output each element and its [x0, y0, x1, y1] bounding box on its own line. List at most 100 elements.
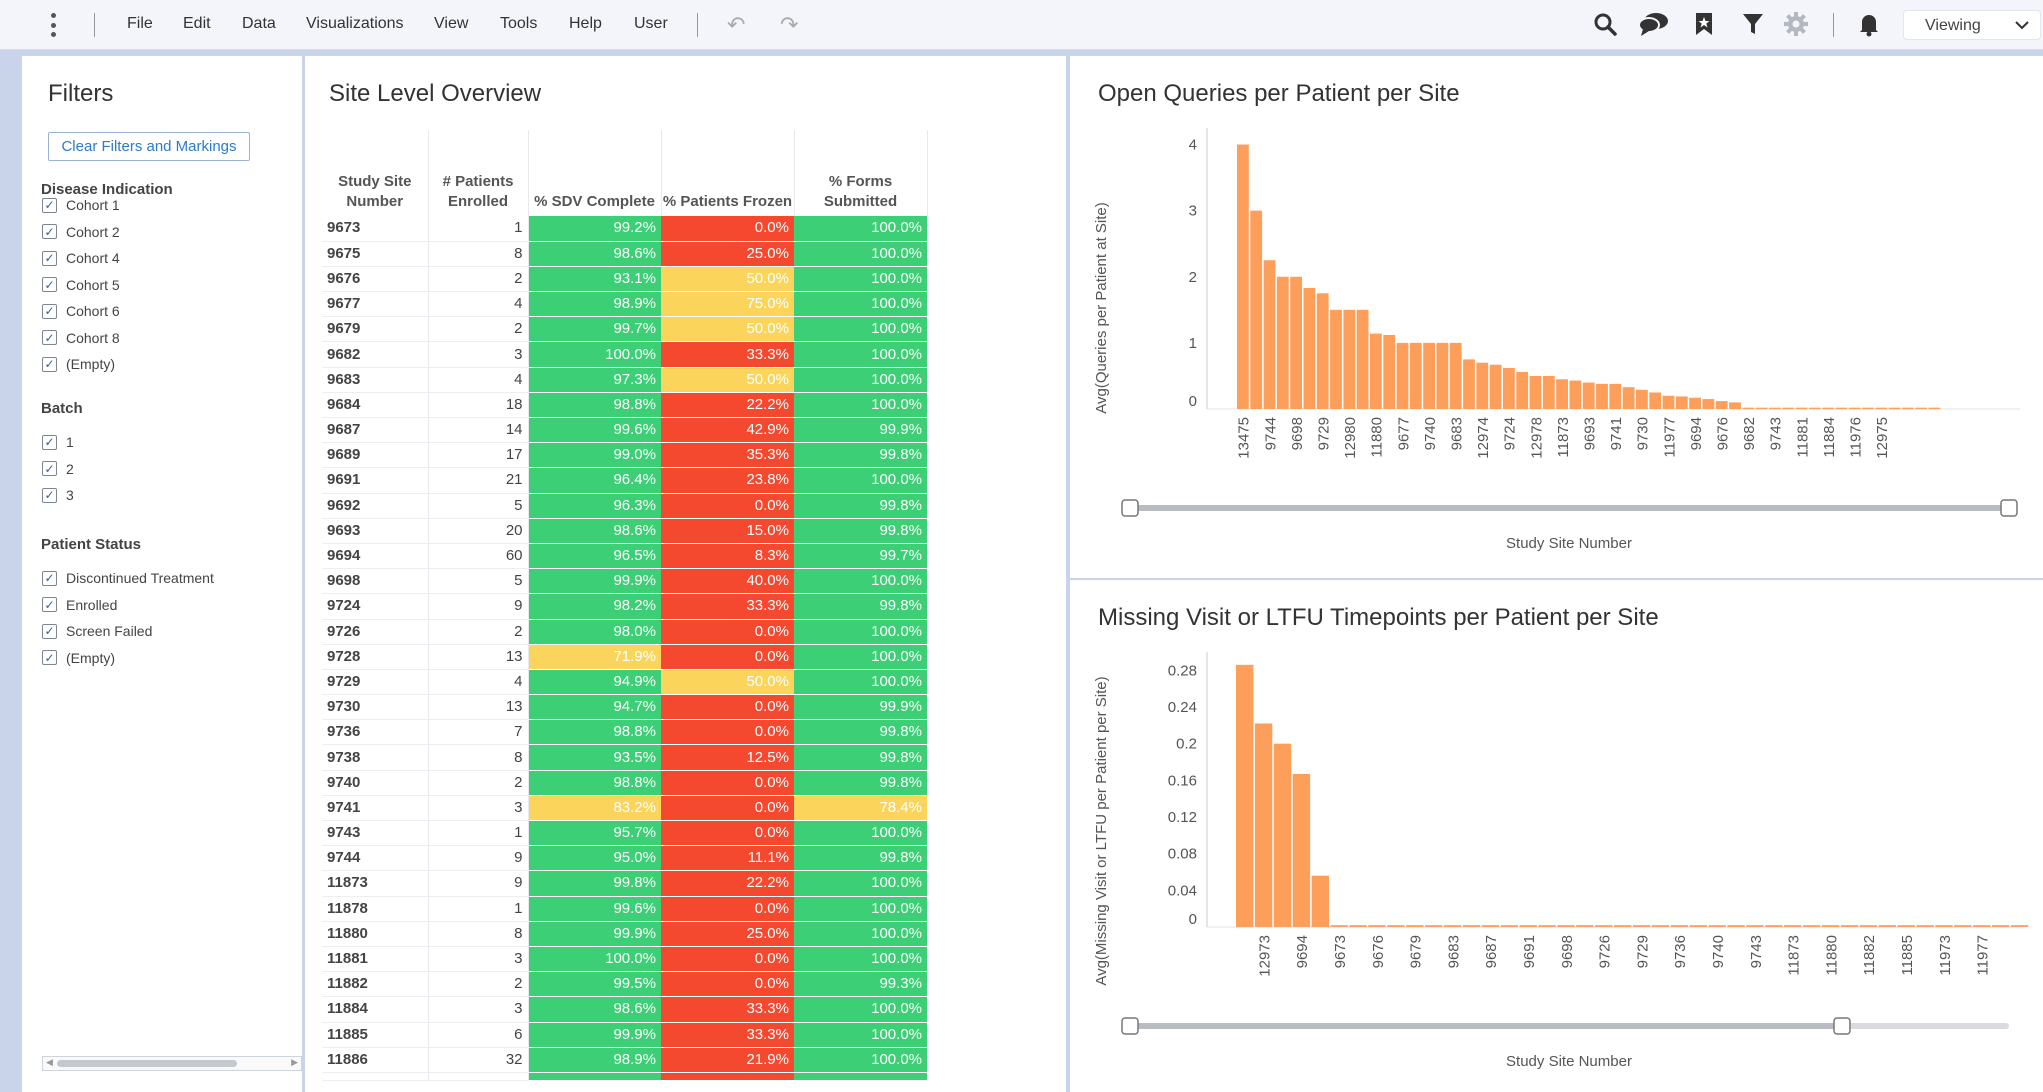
patients-cell[interactable]: 5 — [428, 493, 529, 519]
site-number-cell[interactable]: 9729 — [322, 669, 429, 696]
percent-cell[interactable]: 0.0% — [661, 946, 794, 973]
percent-cell[interactable]: 50.0% — [661, 316, 794, 343]
percent-cell[interactable]: 15.0% — [661, 518, 794, 544]
checkbox-checked-icon[interactable]: ✓ — [42, 330, 57, 345]
bar[interactable] — [1784, 925, 1802, 927]
table-row[interactable]: 11873 9 99.8% 22.2% 100.0% — [322, 870, 927, 897]
percent-cell[interactable]: 99.9% — [528, 921, 661, 947]
percent-cell[interactable]: 99.8% — [794, 845, 927, 872]
percent-cell[interactable]: 100.0% — [794, 820, 927, 847]
percent-cell[interactable]: 96.5% — [528, 543, 661, 570]
bar[interactable] — [1254, 723, 1273, 928]
filter-option[interactable]: ✓ 2 — [42, 460, 74, 478]
table-row[interactable]: 9677 4 98.9% 75.0% 100.0% — [322, 291, 927, 318]
range-slider-left-handle[interactable] — [1121, 499, 1139, 517]
site-number-cell[interactable]: 9743 — [322, 820, 429, 847]
bar[interactable] — [1303, 288, 1316, 409]
bar[interactable] — [1292, 773, 1311, 927]
percent-cell[interactable]: 95.0% — [528, 845, 661, 872]
menu-data[interactable]: Data — [242, 15, 276, 33]
range-slider-left-handle[interactable] — [1121, 1017, 1139, 1035]
site-number-cell[interactable]: 11878 — [322, 896, 429, 922]
percent-cell[interactable]: 0.0% — [661, 896, 794, 922]
site-number-cell[interactable]: 9687 — [322, 417, 429, 444]
table-row[interactable]: 9683 4 97.3% 50.0% 100.0% — [322, 367, 927, 393]
bar[interactable] — [1915, 407, 1928, 410]
percent-cell[interactable]: 98.8% — [528, 719, 661, 746]
percent-cell[interactable]: 100.0% — [794, 266, 927, 293]
site-number-cell[interactable]: 9698 — [322, 568, 429, 595]
settings-icon[interactable] — [1782, 10, 1810, 38]
percent-cell[interactable]: 98.9% — [528, 291, 661, 318]
percent-cell[interactable]: 99.8% — [794, 744, 927, 771]
percent-cell[interactable]: 100.0% — [794, 216, 927, 242]
bar[interactable] — [1808, 407, 1821, 410]
site-number-cell[interactable]: 9744 — [322, 845, 429, 872]
percent-cell[interactable]: 12.5% — [661, 744, 794, 771]
column-header[interactable]: % Patients Frozen — [661, 130, 795, 216]
bar[interactable] — [1840, 925, 1859, 927]
bar[interactable] — [1396, 342, 1409, 409]
percent-cell[interactable]: 99.9% — [794, 417, 927, 444]
table-row[interactable]: 9730 13 94.7% 0.0% 99.9% — [322, 694, 927, 721]
percent-cell[interactable]: 94.9% — [528, 669, 661, 696]
bar[interactable] — [1928, 407, 1941, 410]
percent-cell[interactable]: 99.3% — [794, 971, 927, 998]
column-header[interactable]: Study Site Number — [322, 130, 429, 216]
percent-cell[interactable]: 0.0% — [661, 795, 794, 822]
table-row[interactable]: 9736 7 98.8% 0.0% 99.8% — [322, 719, 927, 746]
site-number-cell[interactable]: 9691 — [322, 467, 429, 494]
percent-cell[interactable]: 22.2% — [661, 392, 794, 419]
percent-cell[interactable]: 98.8% — [528, 770, 661, 796]
percent-cell[interactable]: 99.8% — [794, 518, 927, 544]
scroll-left-icon[interactable]: ◀ — [46, 1057, 53, 1068]
bar[interactable] — [1476, 362, 1489, 409]
bookmark-icon[interactable] — [1690, 10, 1718, 38]
bar[interactable] — [1316, 293, 1329, 409]
patients-cell[interactable]: 8 — [428, 241, 529, 267]
percent-cell[interactable]: 95.7% — [528, 820, 661, 847]
site-number-cell[interactable]: 9730 — [322, 694, 429, 721]
filter-option[interactable]: ✓ Cohort 1 — [42, 196, 120, 214]
table-row[interactable]: 11880 8 99.9% 25.0% 100.0% — [322, 921, 927, 947]
percent-cell[interactable]: 98.6% — [528, 996, 661, 1023]
range-slider-right-handle[interactable] — [2000, 499, 2018, 517]
bar[interactable] — [1782, 407, 1795, 410]
bar[interactable] — [1330, 925, 1348, 927]
bar[interactable] — [1614, 925, 1632, 927]
percent-cell[interactable]: 100.0% — [794, 870, 927, 897]
bar[interactable] — [1670, 925, 1689, 927]
filter-option[interactable]: ✓ Screen Failed — [42, 622, 152, 640]
percent-cell[interactable]: 23.8% — [661, 467, 794, 494]
bar[interactable] — [1276, 276, 1289, 409]
percent-cell[interactable]: 75.0% — [661, 291, 794, 318]
site-number-cell[interactable]: 11881 — [322, 946, 429, 973]
percent-cell[interactable]: 98.8% — [528, 392, 661, 419]
filter-option[interactable]: ✓ 1 — [42, 433, 74, 451]
percent-cell[interactable]: 100.0% — [794, 1047, 927, 1073]
table-row[interactable]: 11884 3 98.6% 33.3% 100.0% — [322, 996, 927, 1023]
patients-cell[interactable]: 13 — [428, 644, 529, 670]
percent-cell[interactable]: 100.0% — [794, 669, 927, 696]
filter-option[interactable]: ✓ Enrolled — [42, 596, 117, 614]
table-row[interactable]: 9726 2 98.0% 0.0% 100.0% — [322, 619, 927, 645]
bar[interactable] — [1356, 309, 1369, 409]
percent-cell[interactable]: 21.9% — [661, 1047, 794, 1073]
percent-cell[interactable]: 100.0% — [794, 291, 927, 318]
notification-bell-icon[interactable] — [1855, 10, 1883, 38]
percent-cell[interactable]: 99.5% — [528, 971, 661, 998]
filter-option[interactable]: ✓ Cohort 6 — [42, 302, 120, 320]
percent-cell[interactable]: 99.6% — [528, 417, 661, 444]
site-number-cell[interactable]: 9726 — [322, 619, 429, 645]
menu-tools[interactable]: Tools — [500, 15, 537, 33]
bar[interactable] — [1311, 875, 1329, 927]
column-header[interactable]: % Forms Submitted — [794, 130, 928, 216]
checkbox-checked-icon[interactable]: ✓ — [42, 570, 57, 586]
percent-cell[interactable]: 25.0% — [661, 241, 794, 267]
bar[interactable] — [1343, 309, 1356, 409]
bar[interactable] — [1387, 925, 1405, 927]
bar[interactable] — [1370, 333, 1382, 409]
filter-option[interactable]: ✓ Cohort 8 — [42, 329, 120, 347]
table-row[interactable]: 9684 18 98.8% 22.2% 100.0% — [322, 392, 927, 419]
percent-cell[interactable]: 99.2% — [528, 216, 661, 242]
